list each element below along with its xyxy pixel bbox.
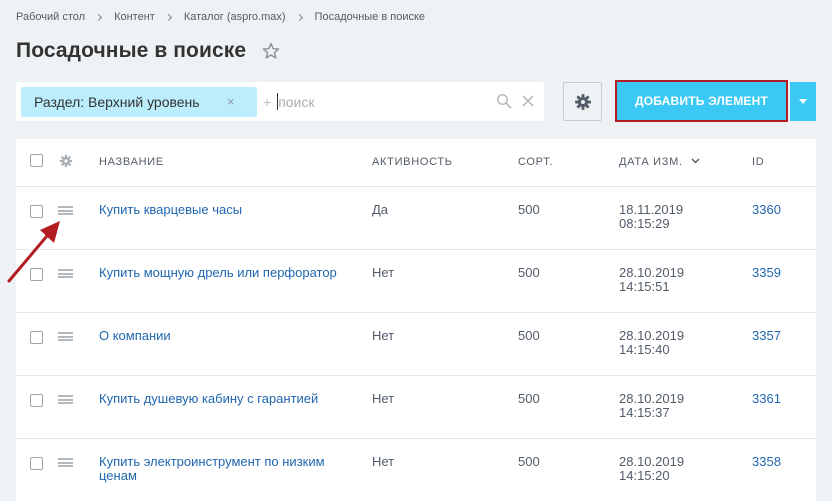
row-date: 28.10.2019 14:15:20 [619, 455, 709, 483]
chip-remove-icon[interactable]: × [227, 94, 235, 109]
star-icon[interactable] [262, 42, 280, 60]
row-sort: 500 [518, 454, 540, 469]
chevron-down-icon [799, 99, 807, 104]
column-settings-gear-icon[interactable] [59, 154, 73, 168]
grid-header: НАЗВАНИЕ АКТИВНОСТЬ СОРТ. ДАТА ИЗМ. ID [16, 139, 816, 187]
column-header-active[interactable]: АКТИВНОСТЬ [372, 156, 453, 168]
row-date-time: 14:15:51 [619, 279, 670, 294]
search-input[interactable] [278, 93, 469, 110]
row-active: Нет [372, 328, 395, 343]
row-date-time: 14:15:40 [619, 342, 670, 357]
row-name-link[interactable]: Купить мощную дрель или перфоратор [99, 266, 349, 280]
column-header-id[interactable]: ID [752, 156, 764, 168]
row-active: Нет [372, 391, 395, 406]
drag-handle-icon[interactable] [58, 332, 73, 341]
row-id-link[interactable]: 3359 [752, 266, 781, 280]
row-name-link[interactable]: Купить кварцевые часы [99, 203, 349, 217]
add-element-label: ДОБАВИТЬ ЭЛЕМЕНТ [635, 94, 768, 108]
table-row[interactable]: Купить кварцевые часы Да 500 18.11.2019 0… [16, 187, 816, 250]
row-sort: 500 [518, 328, 540, 343]
row-date-day: 18.11.2019 [619, 202, 684, 217]
table-row[interactable]: Купить мощную дрель или перфоратор Нет 5… [16, 250, 816, 313]
chevron-right-icon [295, 13, 303, 21]
add-element-dropdown-button[interactable] [790, 82, 816, 121]
row-date: 18.11.2019 08:15:29 [619, 203, 709, 231]
column-header-sort[interactable]: СОРТ. [518, 156, 553, 168]
row-checkbox[interactable] [30, 331, 43, 344]
filter-search-bar[interactable]: Раздел: Верхний уровень × + [16, 82, 544, 121]
title-row: Посадочные в поиске [16, 38, 280, 64]
row-id-link[interactable]: 3361 [752, 392, 781, 406]
table-row[interactable]: О компании Нет 500 28.10.2019 14:15:40 33… [16, 313, 816, 376]
column-header-date[interactable]: ДАТА ИЗМ. [619, 156, 700, 168]
row-active: Нет [372, 454, 395, 469]
add-element-button[interactable]: ДОБАВИТЬ ЭЛЕМЕНТ [615, 80, 788, 122]
filter-chip-section[interactable]: Раздел: Верхний уровень × [21, 86, 257, 117]
column-header-date-label: ДАТА ИЗМ. [619, 156, 683, 168]
row-active: Нет [372, 265, 395, 280]
drag-handle-icon[interactable] [58, 458, 73, 467]
drag-handle-icon[interactable] [58, 395, 73, 404]
column-header-name[interactable]: НАЗВАНИЕ [99, 156, 164, 168]
row-date-day: 28.10.2019 [619, 454, 685, 469]
breadcrumb-item-desktop[interactable]: Рабочий стол [16, 11, 85, 23]
row-checkbox[interactable] [30, 394, 43, 407]
row-date-day: 28.10.2019 [619, 328, 685, 343]
close-icon[interactable] [521, 94, 535, 108]
row-date-time: 14:15:37 [619, 405, 670, 420]
row-date-day: 28.10.2019 [619, 391, 685, 406]
add-filter-icon[interactable]: + [263, 94, 271, 110]
select-all-checkbox[interactable] [30, 154, 43, 167]
table-row[interactable]: Купить электроинструмент по низким ценам… [16, 439, 816, 501]
chevron-right-icon [164, 13, 172, 21]
elements-grid: НАЗВАНИЕ АКТИВНОСТЬ СОРТ. ДАТА ИЗМ. ID К… [16, 139, 816, 501]
row-sort: 500 [518, 391, 540, 406]
breadcrumb-item-content[interactable]: Контент [114, 11, 155, 23]
row-id-link[interactable]: 3358 [752, 455, 781, 469]
row-name-link[interactable]: Купить душевую кабину с гарантией [99, 392, 349, 406]
search-icon[interactable] [496, 93, 512, 109]
breadcrumb-item-current: Посадочные в поиске [314, 11, 426, 23]
row-sort: 500 [518, 202, 540, 217]
row-date-day: 28.10.2019 [619, 265, 685, 280]
row-id-link[interactable]: 3360 [752, 203, 781, 217]
page-title: Посадочные в поиске [16, 39, 247, 62]
row-date: 28.10.2019 14:15:51 [619, 266, 709, 294]
chevron-right-icon [95, 13, 103, 21]
settings-button[interactable] [563, 82, 602, 121]
row-name-link[interactable]: О компании [99, 329, 349, 343]
annotation-arrow-icon [7, 221, 60, 283]
table-row[interactable]: Купить душевую кабину с гарантией Нет 50… [16, 376, 816, 439]
row-sort: 500 [518, 265, 540, 280]
filter-chip-label: Раздел: Верхний уровень [34, 93, 200, 110]
row-checkbox[interactable] [30, 457, 43, 470]
sort-desc-icon [691, 158, 700, 164]
row-id-link[interactable]: 3357 [752, 329, 781, 343]
row-active: Да [372, 202, 389, 217]
gear-icon [574, 93, 591, 110]
breadcrumb-item-catalog[interactable]: Каталог (aspro.max) [184, 11, 286, 23]
row-date: 28.10.2019 14:15:40 [619, 329, 709, 357]
breadcrumb: Рабочий стол Контент Каталог (aspro.max)… [16, 10, 425, 24]
row-date-time: 08:15:29 [619, 216, 670, 231]
row-date: 28.10.2019 14:15:37 [619, 392, 709, 420]
row-name-link[interactable]: Купить электроинструмент по низким ценам [99, 455, 349, 483]
row-date-time: 14:15:20 [619, 468, 670, 483]
